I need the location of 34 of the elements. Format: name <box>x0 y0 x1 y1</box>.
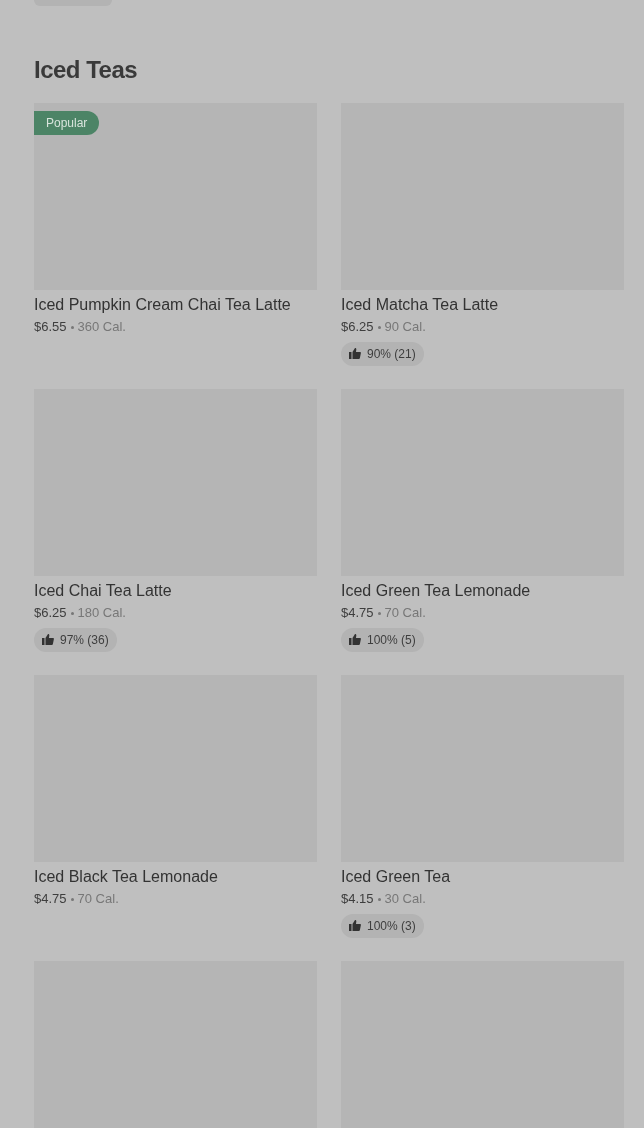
thumbs-up-icon <box>42 634 54 646</box>
section-title: Iced Teas <box>34 56 139 85</box>
rating-chip: 90% (21) <box>341 341 424 366</box>
separator-dot <box>70 325 74 329</box>
separator-dot <box>377 897 381 901</box>
calories: 70 Cal. <box>384 604 426 620</box>
product-name[interactable]: Iced Green Tea <box>341 866 624 887</box>
price: $4.75 <box>341 604 374 620</box>
separator-dot <box>70 897 74 901</box>
price: $4.75 <box>34 890 67 906</box>
price: $6.25 <box>34 604 67 620</box>
product-name[interactable]: Iced Green Tea Lemonade <box>341 580 624 601</box>
separator-dot <box>70 611 74 615</box>
rating-chip: 100% (5) <box>341 627 424 652</box>
thumbs-up-icon <box>349 920 361 932</box>
price: $4.15 <box>341 890 374 906</box>
separator-dot <box>377 325 381 329</box>
product-name[interactable]: Iced Chai Tea Latte <box>34 580 317 601</box>
popular-badge: Popular <box>34 110 100 135</box>
calories: 180 Cal. <box>77 604 126 620</box>
thumbs-up-icon <box>349 348 361 360</box>
separator-dot <box>377 611 381 615</box>
rating-chip: 97% (36) <box>34 627 117 652</box>
calories: 360 Cal. <box>77 318 126 334</box>
calories: 70 Cal. <box>77 890 119 906</box>
product-name[interactable]: Iced Black Tea Lemonade <box>34 866 317 887</box>
product-name[interactable]: Iced Matcha Tea Latte <box>341 294 624 315</box>
calories: 90 Cal. <box>384 318 426 334</box>
thumbs-up-icon <box>349 634 361 646</box>
price: $6.25 <box>341 318 374 334</box>
calories: 30 Cal. <box>384 890 426 906</box>
product-name[interactable]: Iced Pumpkin Cream Chai Tea Latte <box>34 294 317 315</box>
rating-chip: 100% (3) <box>341 913 424 938</box>
price: $6.55 <box>34 318 67 334</box>
